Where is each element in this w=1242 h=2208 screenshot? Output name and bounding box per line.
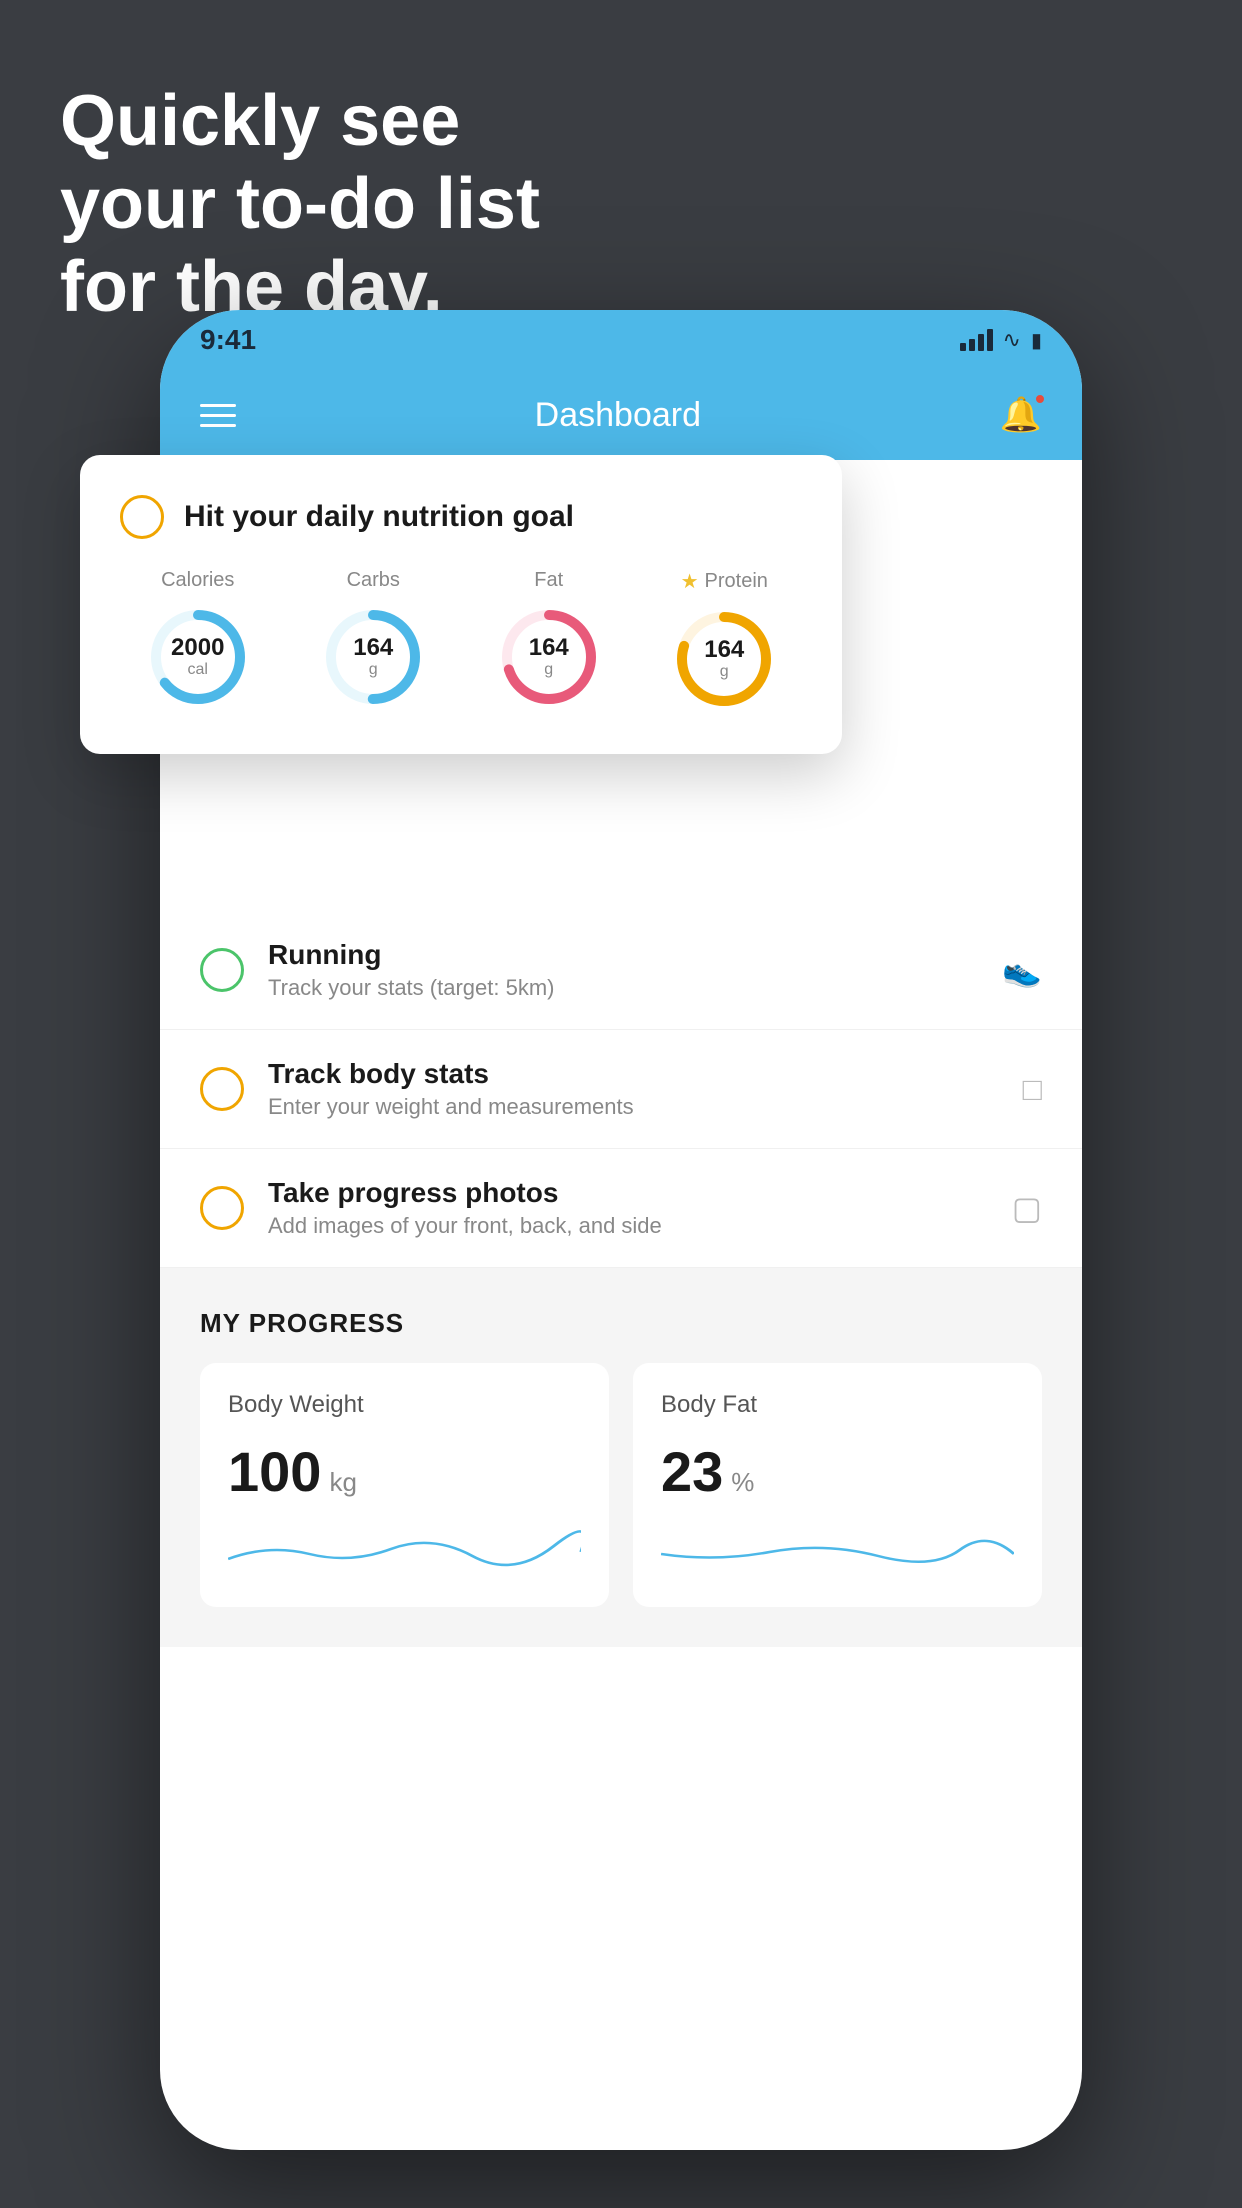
list-item[interactable]: Take progress photos Add images of your … <box>160 1149 1082 1268</box>
protein-label: Protein <box>705 570 768 593</box>
body-fat-label: Body Fat <box>661 1391 1014 1419</box>
nutrition-carbs: Carbs 164 g <box>318 569 428 714</box>
calories-unit: cal <box>171 661 224 679</box>
body-weight-card: Body Weight 100 kg <box>200 1363 609 1607</box>
nutrition-card: Hit your daily nutrition goal Calories 2… <box>80 455 842 754</box>
status-bar: 9:41 ∿ ▮ <box>160 310 1082 370</box>
card-title: Hit your daily nutrition goal <box>184 500 574 534</box>
calories-donut: 2000 cal <box>143 602 253 712</box>
todo-sub-running: Track your stats (target: 5km) <box>268 975 978 1001</box>
body-weight-value-row: 100 kg <box>228 1439 581 1504</box>
wifi-icon: ∿ <box>1003 327 1021 353</box>
background-headline: Quickly see your to-do list for the day. <box>60 80 540 328</box>
protein-value: 164 <box>704 637 744 663</box>
nutrition-fat: Fat 164 g <box>494 569 604 714</box>
status-icons: ∿ ▮ <box>960 327 1042 353</box>
body-weight-chart <box>228 1524 581 1574</box>
protein-donut: 164 g <box>669 604 779 714</box>
nutrition-calories: Calories 2000 cal <box>143 569 253 714</box>
progress-cards: Body Weight 100 kg Body Fat 23 % <box>200 1363 1042 1607</box>
todo-title-photos: Take progress photos <box>268 1177 988 1209</box>
body-fat-unit: % <box>731 1467 754 1498</box>
body-weight-unit: kg <box>329 1467 356 1498</box>
body-fat-chart <box>661 1524 1014 1574</box>
notifications-bell[interactable]: 🔔 <box>1000 395 1042 435</box>
signal-icon <box>960 329 993 351</box>
carbs-value: 164 <box>353 635 393 661</box>
body-fat-card: Body Fat 23 % <box>633 1363 1042 1607</box>
body-fat-value: 23 <box>661 1439 723 1504</box>
nav-title: Dashboard <box>535 396 701 435</box>
progress-title: MY PROGRESS <box>200 1308 1042 1339</box>
carbs-donut: 164 g <box>318 602 428 712</box>
list-item[interactable]: Track body stats Enter your weight and m… <box>160 1030 1082 1149</box>
list-item[interactable]: Running Track your stats (target: 5km) 👟 <box>160 911 1082 1030</box>
todo-title-running: Running <box>268 939 978 971</box>
todo-circle-running <box>200 948 244 992</box>
carbs-unit: g <box>353 661 393 679</box>
star-icon: ★ <box>681 569 699 594</box>
todo-circle-photos <box>200 1186 244 1230</box>
todo-sub-photos: Add images of your front, back, and side <box>268 1213 988 1239</box>
notification-dot <box>1034 393 1046 405</box>
carbs-label: Carbs <box>347 569 400 592</box>
body-weight-value: 100 <box>228 1439 321 1504</box>
todo-sub-bodystats: Enter your weight and measurements <box>268 1094 999 1120</box>
fat-label: Fat <box>534 569 563 592</box>
card-header-row: Hit your daily nutrition goal <box>120 495 802 539</box>
nutrition-grid: Calories 2000 cal Carbs <box>120 569 802 714</box>
todo-title-bodystats: Track body stats <box>268 1058 999 1090</box>
protein-unit: g <box>704 663 744 681</box>
nutrition-protein: ★ Protein 164 g <box>669 569 779 714</box>
nav-bar: Dashboard 🔔 <box>160 370 1082 460</box>
battery-icon: ▮ <box>1031 328 1042 353</box>
running-icon: 👟 <box>1002 951 1042 989</box>
body-fat-value-row: 23 % <box>661 1439 1014 1504</box>
progress-section: MY PROGRESS Body Weight 100 kg Body Fat … <box>160 1268 1082 1647</box>
status-time: 9:41 <box>200 324 256 356</box>
fat-donut: 164 g <box>494 602 604 712</box>
todo-text-photos: Take progress photos Add images of your … <box>268 1177 988 1239</box>
body-weight-label: Body Weight <box>228 1391 581 1419</box>
hamburger-menu[interactable] <box>200 404 236 427</box>
calories-value: 2000 <box>171 635 224 661</box>
scale-icon: □ <box>1023 1071 1042 1108</box>
fat-unit: g <box>529 661 569 679</box>
protein-label-row: ★ Protein <box>681 569 768 594</box>
todo-list: Running Track your stats (target: 5km) 👟… <box>160 911 1082 1268</box>
todo-text-bodystats: Track body stats Enter your weight and m… <box>268 1058 999 1120</box>
card-check-circle <box>120 495 164 539</box>
photo-icon: ▢ <box>1012 1189 1042 1227</box>
todo-text-running: Running Track your stats (target: 5km) <box>268 939 978 1001</box>
calories-label: Calories <box>161 569 234 592</box>
todo-circle-bodystats <box>200 1067 244 1111</box>
fat-value: 164 <box>529 635 569 661</box>
